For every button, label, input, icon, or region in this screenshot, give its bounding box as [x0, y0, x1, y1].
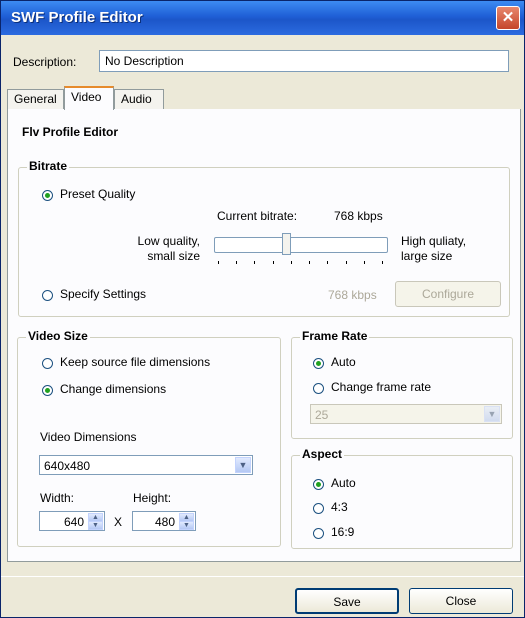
- bitrate-group-title: Bitrate: [27, 159, 70, 173]
- height-value: 480: [154, 515, 175, 529]
- tab-video-label: Video: [71, 90, 102, 104]
- aspect-auto-radio[interactable]: [313, 479, 324, 490]
- specify-settings-label[interactable]: Specify Settings: [60, 287, 146, 301]
- change-dimensions-label[interactable]: Change dimensions: [60, 382, 166, 396]
- aspect-auto-label[interactable]: Auto: [331, 476, 356, 490]
- aspect-4-3-label[interactable]: 4:3: [331, 500, 348, 514]
- tab-video[interactable]: Video: [64, 86, 114, 110]
- slider-tick: [290, 261, 292, 264]
- change-frame-rate-radio[interactable]: [313, 383, 324, 394]
- change-frame-rate-label[interactable]: Change frame rate: [331, 380, 431, 394]
- description-value: No Description: [105, 54, 184, 68]
- video-dimensions-label: Video Dimensions: [40, 430, 137, 444]
- description-input[interactable]: No Description: [99, 50, 509, 72]
- close-icon[interactable]: ✕: [496, 6, 520, 30]
- change-dimensions-radio[interactable]: [42, 385, 53, 396]
- frame-rate-group-title: Frame Rate: [300, 329, 370, 343]
- close-button-label: Close: [445, 594, 477, 608]
- frame-rate-value: 25: [315, 408, 329, 422]
- slider-tick: [345, 261, 347, 264]
- height-label: Height:: [133, 491, 172, 505]
- current-bitrate-label: Current bitrate:: [217, 209, 298, 223]
- slider-tick: [236, 261, 238, 264]
- slider-tick: [272, 261, 274, 264]
- spin-down-icon[interactable]: ▼: [179, 521, 194, 530]
- slider-tick: [327, 261, 329, 264]
- frame-rate-auto-label[interactable]: Auto: [331, 355, 356, 369]
- preset-quality-radio[interactable]: [42, 190, 53, 201]
- tab-audio-label: Audio: [121, 92, 152, 106]
- aspect-16-9-label[interactable]: 16:9: [331, 525, 354, 539]
- aspect-group-title: Aspect: [300, 447, 345, 461]
- slider-tick: [363, 261, 365, 264]
- slider-tick: [254, 261, 256, 264]
- height-stepper[interactable]: 480 ▲ ▼: [132, 511, 196, 531]
- dimension-separator: X: [114, 515, 123, 529]
- large-size-label: large size: [401, 249, 453, 263]
- keep-dimensions-radio[interactable]: [42, 358, 53, 369]
- chevron-down-icon[interactable]: ▼: [235, 457, 251, 473]
- tab-general[interactable]: General: [7, 89, 64, 109]
- frame-rate-dropdown[interactable]: 25 ▼: [310, 404, 502, 424]
- low-quality-label: Low quality,: [137, 234, 200, 248]
- configure-button[interactable]: Configure: [395, 281, 501, 307]
- keep-dimensions-label[interactable]: Keep source file dimensions: [60, 355, 210, 369]
- slider-tick: [382, 261, 383, 264]
- tab-audio[interactable]: Audio: [114, 89, 164, 109]
- width-label: Width:: [40, 491, 75, 505]
- tab-general-label: General: [14, 92, 57, 106]
- video-dimensions-dropdown[interactable]: 640x480 ▼: [39, 455, 253, 475]
- aspect-16-9-radio[interactable]: [313, 528, 324, 539]
- width-stepper[interactable]: 640 ▲ ▼: [39, 511, 105, 531]
- preset-quality-label[interactable]: Preset Quality: [60, 187, 135, 201]
- panel-heading: Flv Profile Editor: [22, 125, 119, 139]
- small-size-label: small size: [147, 249, 200, 263]
- bitrate-slider-track[interactable]: [214, 237, 388, 253]
- close-button[interactable]: Close: [409, 588, 513, 614]
- configure-button-label: Configure: [421, 287, 475, 301]
- title-bar[interactable]: SWF Profile Editor ✕: [1, 1, 524, 35]
- slider-tick: [218, 261, 219, 264]
- video-dimensions-value: 640x480: [44, 459, 91, 473]
- swf-profile-editor-window: SWF Profile Editor ✕ Description: No Des…: [0, 0, 525, 618]
- video-size-group-title: Video Size: [26, 329, 90, 343]
- save-button[interactable]: Save: [295, 588, 399, 614]
- high-quality-label: High quliaty,: [401, 234, 467, 248]
- description-label: Description:: [13, 55, 77, 69]
- width-value: 640: [63, 515, 84, 529]
- specify-bitrate-value: 768 kbps: [328, 288, 377, 302]
- current-bitrate-value: 768 kbps: [334, 209, 383, 223]
- aspect-group: Aspect: [291, 447, 513, 549]
- bitrate-slider-thumb[interactable]: [282, 233, 292, 255]
- aspect-4-3-radio[interactable]: [313, 503, 324, 514]
- slider-tick: [309, 261, 311, 264]
- frame-rate-auto-radio[interactable]: [313, 358, 324, 369]
- dialog-footer: Save Close: [1, 577, 524, 617]
- spin-down-icon[interactable]: ▼: [88, 521, 103, 530]
- specify-settings-radio[interactable]: [42, 290, 53, 301]
- chevron-down-icon[interactable]: ▼: [484, 406, 500, 422]
- window-title: SWF Profile Editor: [11, 9, 143, 26]
- save-button-label: Save: [333, 595, 361, 609]
